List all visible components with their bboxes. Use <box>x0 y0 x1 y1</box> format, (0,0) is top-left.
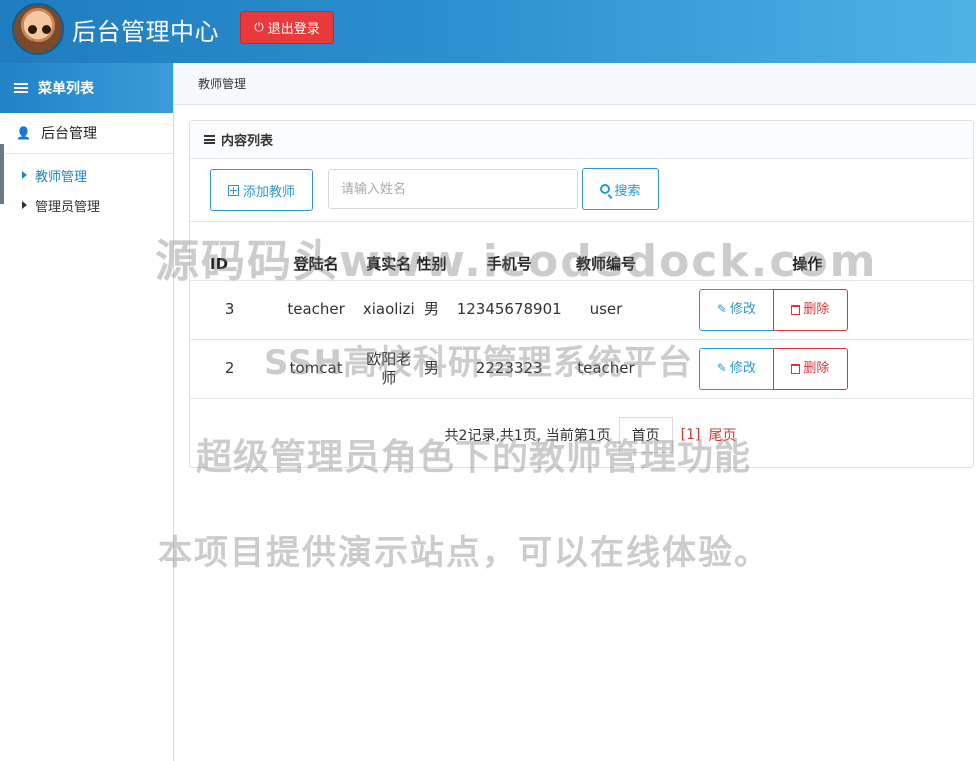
column-header-id: ID <box>190 221 270 281</box>
pagination-summary: 共2记录,共1页, 当前第1页 <box>444 428 611 444</box>
table-row: 2 tomcat 欧阳老师 男 2223323 teacher ✎ 修改 删除 <box>190 339 973 399</box>
menu-title: 菜单列表 <box>38 81 94 97</box>
group-title: 后台管理 <box>40 126 97 142</box>
cell-login: teacher <box>269 280 363 340</box>
add-teacher-label: 添加教师 <box>242 184 295 200</box>
pencil-square-icon: ✎ <box>716 361 727 376</box>
search-input[interactable] <box>328 169 578 209</box>
teacher-table: ID 登陆名 真实名 性别 手机号 教师编号 操作 3 teacher xiao… <box>190 221 973 399</box>
cell-teacher-no: user <box>570 280 642 340</box>
avatar <box>12 3 64 55</box>
app-title: 后台管理中心 <box>72 18 219 46</box>
cell-id: 3 <box>190 280 270 340</box>
table-header-row: ID 登陆名 真实名 性别 手机号 教师编号 操作 <box>190 221 973 281</box>
power-icon: ⏻ <box>254 20 264 34</box>
add-teacher-button[interactable]: 添加教师 <box>210 169 313 211</box>
sidebar-item-admin-management[interactable]: 管理员管理 <box>0 190 173 220</box>
edit-label: 修改 <box>729 301 756 317</box>
panel-title: 内容列表 <box>221 134 274 149</box>
cell-phone: 2223323 <box>448 339 571 399</box>
cell-actions: ✎ 修改 删除 <box>641 280 973 340</box>
list-icon <box>14 82 28 94</box>
delete-button[interactable]: 删除 <box>772 348 848 390</box>
current-page-link[interactable]: [1] <box>681 427 701 443</box>
edit-button[interactable]: ✎ 修改 <box>698 348 774 390</box>
delete-button[interactable]: 删除 <box>772 289 848 331</box>
delete-label: 删除 <box>803 360 830 376</box>
column-header-sex: 性别 <box>414 221 449 281</box>
watermark-demo: 本项目提供演示站点，可以在线体验。 <box>158 533 770 573</box>
delete-label: 删除 <box>803 301 830 317</box>
table-row: 3 teacher xiaolizi 男 12345678901 user ✎ … <box>190 280 973 340</box>
cell-name: 欧阳老师 <box>362 339 415 399</box>
column-header-login: 登陆名 <box>269 221 363 281</box>
pencil-square-icon: ✎ <box>716 302 727 317</box>
edit-label: 修改 <box>729 360 756 376</box>
content-panel: 内容列表 添加教师 搜索 ID 登陆名 真实名 性别 手机号 教师编号 操作 <box>189 120 974 468</box>
sidebar-submenu: 教师管理 管理员管理 <box>0 144 173 220</box>
pagination: 共2记录,共1页, 当前第1页 首页 [1] 尾页 <box>190 417 973 453</box>
caret-right-icon <box>22 171 27 179</box>
breadcrumb: 教师管理 <box>174 63 976 105</box>
active-indicator <box>0 144 4 204</box>
trash-icon <box>791 364 801 374</box>
column-header-phone: 手机号 <box>448 221 571 281</box>
cell-phone: 12345678901 <box>448 280 571 340</box>
column-header-actions: 操作 <box>641 221 973 281</box>
sidebar-menu-header: 菜单列表 <box>0 63 173 113</box>
sidebar-group-admin[interactable]: 👤 后台管理 <box>0 113 173 154</box>
cell-login: tomcat <box>269 339 363 399</box>
column-header-teacher-no: 教师编号 <box>570 221 642 281</box>
cell-sex: 男 <box>414 339 449 399</box>
avatar-mouth <box>32 39 46 44</box>
cell-id: 2 <box>190 339 270 399</box>
search-icon <box>600 184 611 194</box>
search-label: 搜索 <box>614 183 641 199</box>
edit-button[interactable]: ✎ 修改 <box>698 289 774 331</box>
cell-actions: ✎ 修改 删除 <box>641 339 973 399</box>
sidebar: 菜单列表 👤 后台管理 教师管理 管理员管理 <box>0 63 174 761</box>
sidebar-item-label: 教师管理 <box>35 169 88 185</box>
logout-button[interactable]: ⏻ 退出登录 <box>240 11 334 44</box>
panel-header: 内容列表 <box>190 121 973 159</box>
column-header-name: 真实名 <box>362 221 415 281</box>
search-button[interactable]: 搜索 <box>582 168 659 210</box>
sidebar-item-label: 管理员管理 <box>35 199 101 215</box>
cell-teacher-no: teacher <box>570 339 642 399</box>
trash-icon <box>791 305 801 315</box>
bars-icon <box>204 135 215 144</box>
caret-right-icon <box>22 201 27 209</box>
first-page-link[interactable]: 首页 <box>618 417 673 453</box>
sidebar-item-teacher-management[interactable]: 教师管理 <box>0 160 173 190</box>
last-page-link[interactable]: 尾页 <box>708 425 736 445</box>
top-header: 后台管理中心 ⏻ 退出登录 <box>0 0 976 63</box>
cell-sex: 男 <box>414 280 449 340</box>
user-icon: 👤 <box>16 126 31 140</box>
toolbar: 添加教师 搜索 <box>190 159 973 221</box>
breadcrumb-current: 教师管理 <box>198 77 247 91</box>
logout-label: 退出登录 <box>267 22 320 37</box>
plus-square-icon <box>227 184 239 196</box>
cell-name: xiaolizi <box>362 280 415 340</box>
avatar-eye <box>28 25 37 34</box>
avatar-eye <box>42 25 51 34</box>
